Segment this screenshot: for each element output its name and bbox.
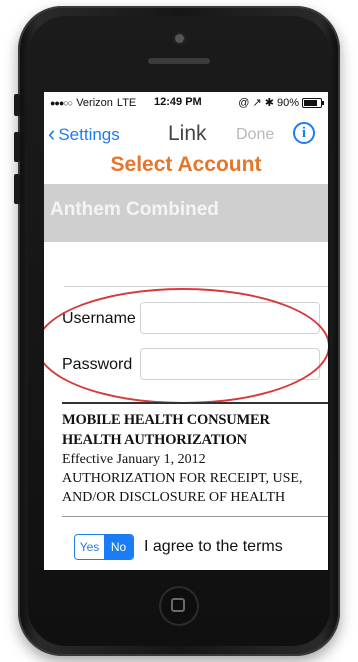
carrier-info: ●●●○○ Verizon LTE [50, 97, 136, 109]
network-type: LTE [116, 97, 137, 109]
status-time: 12:49 PM [154, 96, 202, 108]
username-field[interactable] [140, 302, 320, 334]
terms-bottom-divider [62, 516, 328, 517]
password-field[interactable] [140, 348, 320, 380]
terms-effective-date: Effective January 1, 2012 [62, 452, 206, 467]
credentials-form: Username Password [44, 302, 328, 394]
account-selector[interactable]: Anthem Combined [44, 184, 328, 242]
password-row: Password [44, 348, 328, 382]
selected-account-label: Anthem Combined [50, 199, 219, 220]
terms-top-divider [62, 402, 328, 404]
terms-text: MOBILE HEALTH CONSUMER HEALTH AUTHORIZAT… [62, 410, 322, 507]
volume-up-button [14, 132, 20, 162]
username-row: Username [44, 302, 328, 336]
location-bluetooth-icons: @ ↗ ✱ [238, 97, 274, 109]
terms-body-line2: AND/OR DISCLOSURE OF HEALTH [62, 490, 286, 505]
phone-screen: ●●●○○ Verizon LTE 12:49 PM @ ↗ ✱ 90% ‹ S… [44, 92, 328, 570]
home-button[interactable] [159, 586, 199, 626]
agree-label: I agree to the terms [144, 538, 283, 555]
done-button[interactable]: Done [236, 126, 274, 144]
terms-body-line1: AUTHORIZATION FOR RECEIPT, USE, [62, 471, 303, 486]
chevron-left-icon: ‹ [48, 121, 56, 146]
battery-icon [302, 97, 324, 108]
earpiece-speaker [148, 58, 210, 64]
volume-down-button [14, 174, 20, 204]
stage: ●●●○○ Verizon LTE 12:49 PM @ ↗ ✱ 90% ‹ S… [0, 0, 358, 662]
terms-heading-line1: MOBILE HEALTH CONSUMER [62, 412, 270, 428]
signal-strength-icon: ●●●○○ [50, 98, 73, 108]
username-label: Username [62, 310, 136, 327]
status-indicators: @ ↗ ✱ 90% [238, 96, 324, 109]
agree-yes-button[interactable]: Yes [75, 535, 104, 559]
agreement-row: Yes No I agree to the terms [44, 534, 328, 560]
back-button[interactable]: ‹ Settings [48, 121, 120, 146]
agree-no-button[interactable]: No [104, 535, 133, 559]
terms-heading-line2: HEALTH AUTHORIZATION [62, 432, 247, 448]
back-button-label: Settings [58, 125, 120, 144]
navigation-bar: ‹ Settings Link Done i [44, 116, 328, 152]
front-camera [175, 34, 184, 43]
nav-title: Link [168, 122, 207, 145]
carrier-name: Verizon [76, 97, 113, 109]
mute-switch [14, 94, 20, 116]
section-divider [64, 286, 328, 287]
password-label: Password [62, 356, 133, 373]
page-title: Select Account [110, 153, 262, 176]
battery-percent: 90% [276, 96, 299, 109]
status-bar: ●●●○○ Verizon LTE 12:49 PM @ ↗ ✱ 90% [44, 92, 328, 114]
agree-segmented-control: Yes No [74, 534, 134, 560]
info-icon[interactable]: i [293, 122, 315, 144]
info-icon-glyph: i [301, 124, 307, 141]
